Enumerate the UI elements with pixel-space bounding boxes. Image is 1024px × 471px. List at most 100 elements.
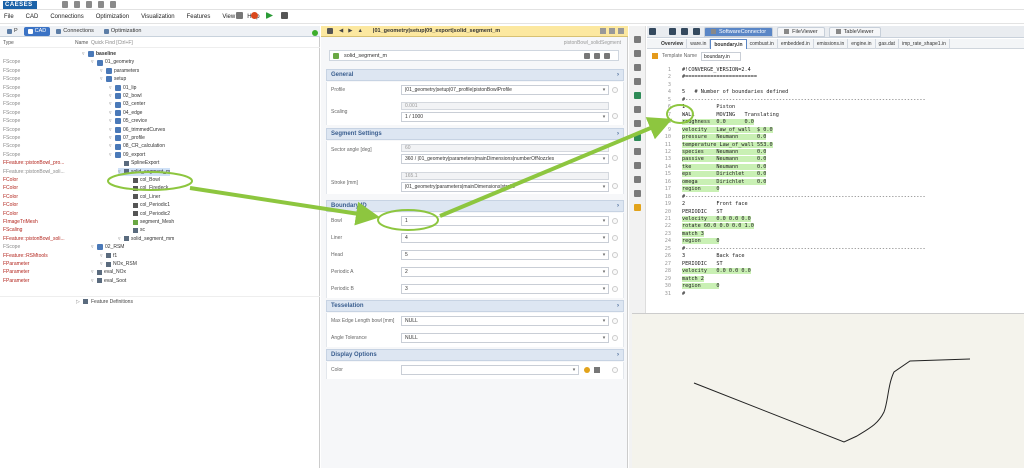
toolbar-icon-10[interactable] xyxy=(634,162,641,169)
tree-row[interactable]: FScope ▿ setup xyxy=(0,75,320,83)
stroke-input[interactable]: |01_geometry|parameters|mainDimensions|s… xyxy=(401,182,609,192)
menu-visualization[interactable]: Visualization xyxy=(141,14,175,20)
expand-arrow-icon[interactable]: ▿ xyxy=(109,126,113,134)
head-input[interactable]: 5 ▾ xyxy=(401,250,609,260)
feature-definitions-node[interactable]: ▷ Feature Definitions xyxy=(0,296,320,306)
reset-icon[interactable] xyxy=(612,87,618,93)
reset-icon[interactable] xyxy=(612,269,618,275)
palette-icon[interactable] xyxy=(584,367,590,373)
object-name-field[interactable]: solid_segment_m xyxy=(329,50,619,61)
profile-dropdown[interactable]: |01_geometry|setup|07_profile|pistonBowl… xyxy=(401,85,609,95)
tree-row[interactable]: FScope ▿ 07_profile xyxy=(0,134,320,142)
tree-row[interactable]: FScope ▿ parameters xyxy=(0,67,320,75)
tab-table-viewer[interactable]: TableViewer xyxy=(828,26,881,37)
tab-pin[interactable]: P xyxy=(3,27,22,36)
tree-node[interactable]: ▿ 02_bowl xyxy=(109,92,142,100)
tree-row[interactable]: FScope ▿ 04_edge xyxy=(0,109,320,117)
new-file-icon[interactable] xyxy=(62,1,68,8)
tree-row[interactable]: FScope ▿ 06_trimmedCurves xyxy=(0,126,320,134)
section-tesselation[interactable]: Tesselation › xyxy=(326,300,624,312)
expand-arrow-icon[interactable]: ▿ xyxy=(91,243,95,251)
tree-row[interactable]: FScope ▿ 09_export xyxy=(0,151,320,159)
section-boundary-id[interactable]: Boundary ID › xyxy=(326,200,624,212)
expand-arrow-icon[interactable]: ▿ xyxy=(109,84,113,92)
section-segment-settings[interactable]: Segment Settings › xyxy=(326,128,624,140)
type-column-header[interactable]: Type xyxy=(3,40,75,46)
tree-row[interactable]: FScope ▿ 05_crevice xyxy=(0,117,320,125)
toolbar-icon-6[interactable] xyxy=(634,106,641,113)
file-tab[interactable]: embedded.in xyxy=(778,38,814,49)
file-tab[interactable]: gas.dat xyxy=(876,38,899,49)
tree-row[interactable]: FScaling sc xyxy=(0,226,320,234)
reset-icon[interactable] xyxy=(612,335,618,341)
expand-arrow-icon[interactable]: ▿ xyxy=(100,75,104,83)
tree-node[interactable]: ▿ 04_edge xyxy=(109,109,142,117)
reset-icon[interactable] xyxy=(612,367,618,373)
tree-row[interactable]: FScope ▿ 01_lip xyxy=(0,84,320,92)
code-editor[interactable]: 1 #!CONVERGE_VERSION=2.4 2 #===============… xyxy=(647,67,1024,337)
expand-arrow-icon[interactable]: ▿ xyxy=(109,92,113,100)
tree-node[interactable]: ▿ f1 xyxy=(100,252,117,260)
tree-node[interactable]: col_Bowl xyxy=(127,176,160,184)
expand-arrow-icon[interactable]: ▿ xyxy=(109,151,113,159)
expand-arrow-icon[interactable]: ▿ xyxy=(91,58,95,66)
split-icon[interactable] xyxy=(693,28,700,35)
menu-cad[interactable]: CAD xyxy=(26,14,39,20)
expand-arrow-icon[interactable]: ▿ xyxy=(100,252,104,260)
tree-row[interactable]: FColor col_Firedeck xyxy=(0,184,320,192)
periodic-a-input[interactable]: 2 ▾ xyxy=(401,267,609,277)
toolbar-icon-12[interactable] xyxy=(634,190,641,197)
expand-arrow-icon[interactable]: ▿ xyxy=(118,235,122,243)
menu-view[interactable]: View xyxy=(222,14,235,20)
tree-row[interactable]: FParameter ▿ eval_NOx xyxy=(0,268,320,276)
quick-find-input[interactable]: Quick Find [Ctrl+F] xyxy=(91,40,133,46)
close-icon[interactable] xyxy=(618,28,624,34)
tree-row[interactable]: FScope ▿ 08_CR_calculation xyxy=(0,142,320,150)
file-tab[interactable]: ware.in xyxy=(687,38,711,49)
tree-node[interactable]: ▿ 03_center xyxy=(109,100,145,108)
tree-node[interactable]: ▿ baseline xyxy=(82,50,116,58)
menu-optimization[interactable]: Optimization xyxy=(96,14,129,20)
expand-arrow-icon[interactable]: ▿ xyxy=(100,260,104,268)
tree-node[interactable]: SplineExport xyxy=(118,159,159,167)
tree-node[interactable]: ▿ solid_segment_m xyxy=(118,167,171,176)
tree-node[interactable]: col_Liner xyxy=(127,193,160,201)
undo-icon[interactable] xyxy=(110,1,116,8)
reset-icon[interactable] xyxy=(612,235,618,241)
menu-file[interactable]: File xyxy=(4,14,14,20)
section-display-options[interactable]: Display Options › xyxy=(326,349,624,361)
expand-arrow-icon[interactable]: ▿ xyxy=(109,142,113,150)
save-icon[interactable] xyxy=(86,1,92,8)
tree-node[interactable]: col_Periodic2 xyxy=(127,210,170,218)
tree-node[interactable]: sc xyxy=(127,226,145,234)
angle-tolerance-input[interactable]: NULL ▾ xyxy=(401,333,609,343)
tree-row[interactable]: FParameter ▿ eval_Soot xyxy=(0,277,320,285)
toolbar-icon-5[interactable] xyxy=(634,92,641,99)
copy-icon[interactable] xyxy=(236,12,243,19)
tree-row[interactable]: FColor col_Liner xyxy=(0,193,320,201)
forward-icon[interactable]: ▶ xyxy=(348,28,352,34)
tree-node[interactable]: ▿ eval_NOx xyxy=(91,268,126,276)
float-icon[interactable] xyxy=(609,28,615,34)
expand-arrow-icon[interactable]: ▿ xyxy=(100,67,104,75)
tree-row[interactable]: FImageTriMesh segment_Mesh xyxy=(0,218,320,226)
menu-connections[interactable]: Connections xyxy=(50,14,83,20)
expand-arrow-icon[interactable]: ▿ xyxy=(91,277,95,285)
reset-icon[interactable] xyxy=(612,113,618,119)
tree-node[interactable]: ▿ eval_Soot xyxy=(91,277,126,285)
tree-row[interactable]: FScope ▿ 01_geometry xyxy=(0,58,320,66)
tree-node[interactable]: ▿ NOx_RSM xyxy=(100,260,137,268)
tree-node[interactable]: ▿ 08_CR_calculation xyxy=(109,142,165,150)
expand-arrow-icon[interactable]: ▿ xyxy=(109,109,113,117)
camera-icon[interactable] xyxy=(584,53,590,59)
tree-row[interactable]: FFeature::pistonBowl_pro... SplineExport xyxy=(0,159,320,167)
edit-icon[interactable] xyxy=(594,53,600,59)
tree-node[interactable]: ▿ 07_profile xyxy=(109,134,145,142)
max-edge-input[interactable]: NULL ▾ xyxy=(401,316,609,326)
expand-arrow-icon[interactable]: ▿ xyxy=(109,117,113,125)
tab-file-viewer[interactable]: FileViewer xyxy=(777,26,825,37)
tree-node[interactable]: ▿ 02_RSM xyxy=(91,243,124,251)
toolbar-icon-9[interactable] xyxy=(634,148,641,155)
reset-icon[interactable] xyxy=(612,318,618,324)
tree-row[interactable]: FParameter ▿ NOx_RSM xyxy=(0,260,320,268)
